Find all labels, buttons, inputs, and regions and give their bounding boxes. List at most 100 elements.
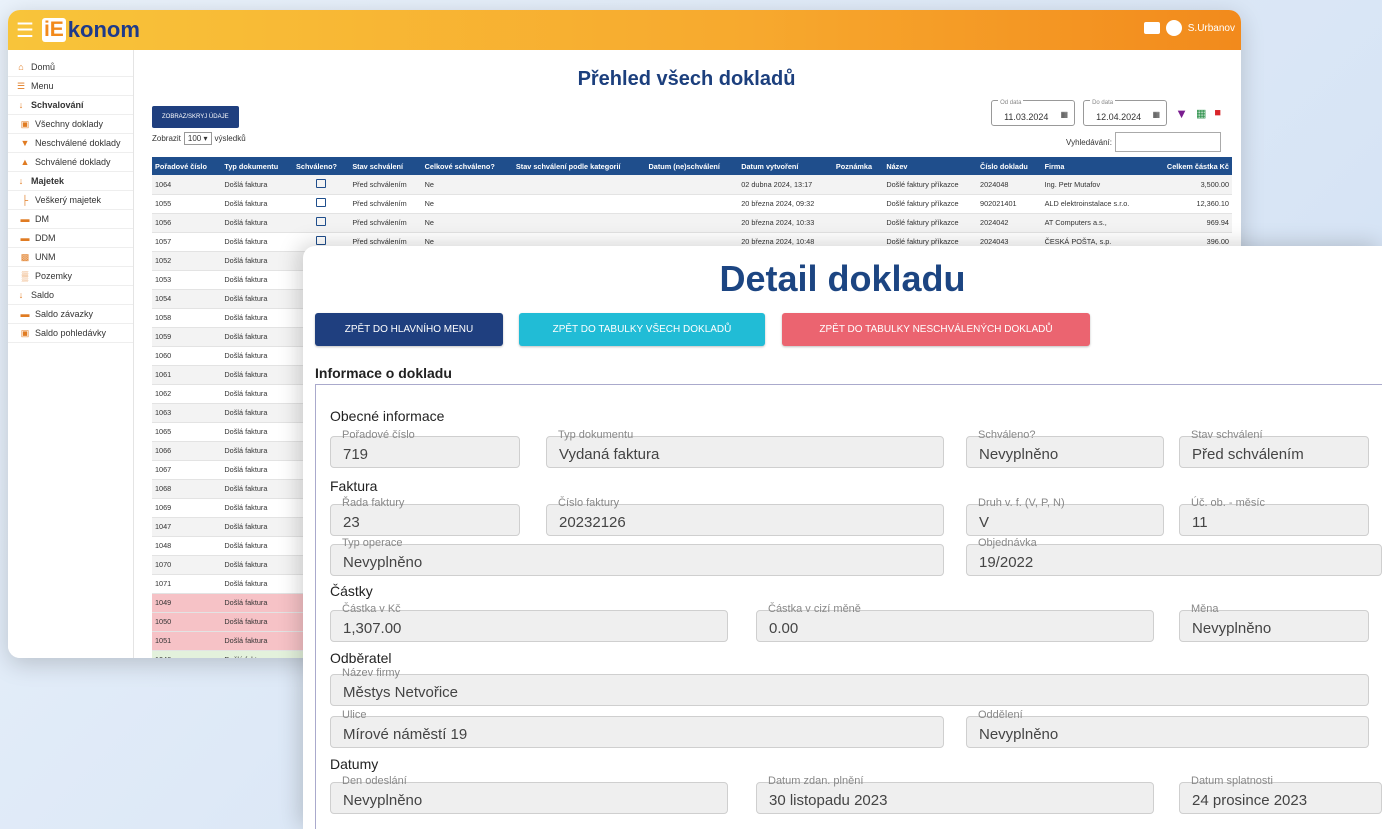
column-header[interactable]: Stav schválení: [349, 157, 422, 175]
cell-type: Došlá faktura: [221, 346, 294, 366]
field-approved[interactable]: Schváleno? Nevyplněno: [966, 430, 1164, 468]
sidebar-item[interactable]: ▩ UNM: [8, 248, 133, 267]
column-header[interactable]: Datum (ne)schválení: [645, 157, 739, 175]
field-label: Částka v Kč: [340, 603, 403, 615]
sidebar-item[interactable]: ▬ DDM: [8, 229, 133, 248]
column-header[interactable]: Typ dokumentu: [221, 157, 294, 175]
cell-id: 1065: [152, 422, 222, 442]
sidebar-item[interactable]: ▬ DM: [8, 210, 133, 229]
user-name[interactable]: S.Urbanov: [1188, 23, 1235, 34]
cell-type: Došlá faktura: [221, 479, 294, 499]
save-icon[interactable]: ▦: [1196, 107, 1206, 120]
approved-checkbox[interactable]: [316, 198, 327, 207]
cell-approved: [293, 194, 350, 214]
hamburger-icon[interactable]: ☰: [16, 18, 34, 43]
table-row[interactable]: 1055 Došlá faktura Před schválením Ne 20 bře…: [152, 194, 1232, 214]
table-row[interactable]: 1056 Došlá faktura Před schválením Ne 20 bře…: [152, 213, 1232, 233]
user-avatar-icon[interactable]: [1165, 20, 1182, 36]
back-unapproved-docs-button[interactable]: ZPĚT DO TABULKY NESCHVÁLENÝCH DOKLADŮ: [782, 313, 1090, 346]
sidebar-item[interactable]: ▲ Schválené doklady: [8, 153, 133, 172]
cell-note: [832, 213, 884, 233]
search-input[interactable]: [1115, 132, 1221, 152]
sidebar-item[interactable]: ↓ Schvalování: [8, 96, 133, 115]
sidebar-item[interactable]: ☰ Menu: [8, 77, 133, 96]
sidebar-item[interactable]: ↓ Saldo: [8, 286, 133, 305]
field-acc-month[interactable]: Úč. ob. - měsíc 11: [1179, 498, 1369, 536]
column-header[interactable]: Poznámka: [832, 157, 884, 175]
sidebar-item-label: Neschválené doklady: [35, 138, 121, 148]
car-icon: ▬: [20, 214, 30, 224]
column-header[interactable]: Schváleno?: [293, 157, 350, 175]
cell-approved: [293, 175, 350, 195]
back-all-docs-button[interactable]: ZPĚT DO TABULKY VŠECH DOKLADŮ: [519, 313, 765, 346]
column-header[interactable]: Stav schválení podle kategorií: [512, 157, 646, 175]
tree-icon: ├: [21, 195, 29, 205]
field-street[interactable]: Ulice Mírové náměstí 19: [330, 710, 944, 748]
sidebar-item-label: Schvalování: [31, 100, 84, 110]
field-firm-name[interactable]: Název firmy Městys Netvořice: [330, 668, 1369, 706]
sidebar-item-label: Všechny doklady: [35, 119, 104, 129]
field-doc-type[interactable]: Typ dokumentu Vydaná faktura: [546, 430, 944, 468]
logo[interactable]: iE konom: [41, 17, 140, 43]
sidebar-item[interactable]: ├ Veškerý majetek: [8, 191, 133, 210]
cell-id: 1053: [152, 270, 222, 290]
column-header[interactable]: Pořadové číslo: [152, 157, 222, 175]
table-row[interactable]: 1064 Došlá faktura Před schválením Ne 02 dub…: [152, 175, 1232, 195]
approved-checkbox[interactable]: [316, 178, 327, 188]
page-size-select[interactable]: 100 ▾: [183, 132, 212, 145]
cell-id: 1055: [152, 194, 222, 214]
section-invoice: Faktura: [330, 478, 378, 494]
field-amount-foreign[interactable]: Částka v cizí měně 0.00: [756, 604, 1154, 642]
column-header[interactable]: Firma: [1041, 157, 1151, 175]
field-invoice-kind[interactable]: Druh v. f. (V, P, N) V: [966, 498, 1164, 536]
approved-checkbox[interactable]: [316, 217, 327, 226]
field-invoice-no[interactable]: Číslo faktury 20232126: [546, 498, 944, 536]
field-approval-state[interactable]: Stav schválení Před schválením: [1179, 430, 1369, 468]
cell-id: 1068: [152, 479, 222, 499]
sidebar-item[interactable]: ▼ Neschválené doklady: [8, 134, 133, 153]
sidebar-item[interactable]: ⌂ Domů: [8, 58, 133, 77]
field-amount-czk[interactable]: Částka v Kč 1,307.00: [330, 604, 728, 642]
field-currency[interactable]: Měna Nevyplněno: [1179, 604, 1369, 642]
section-customer: Odběratel: [330, 650, 392, 666]
cell-type: Došlá faktura: [221, 536, 294, 556]
column-header[interactable]: Číslo dokladu: [977, 157, 1042, 175]
field-tax-date[interactable]: Datum zdan. plnění 30 listopadu 2023: [756, 776, 1154, 814]
field-value: 20232126: [559, 514, 626, 531]
field-value: Nevyplněno: [979, 446, 1059, 463]
cell-total: Ne: [421, 194, 513, 214]
approved-checkbox[interactable]: [316, 236, 327, 245]
sidebar-item[interactable]: ▣ Saldo pohledávky: [8, 324, 133, 343]
cell-id: 1048: [152, 536, 222, 556]
field-sent-date[interactable]: Den odeslání Nevyplněno: [330, 776, 728, 814]
mail-icon[interactable]: [1143, 22, 1160, 34]
field-operation-type[interactable]: Typ operace Nevyplněno: [330, 538, 944, 576]
field-order-no[interactable]: Pořadové číslo 719: [330, 430, 520, 468]
sidebar-item[interactable]: ▒ Pozemky: [8, 267, 133, 286]
filter-icon[interactable]: ▼: [1175, 106, 1188, 121]
column-header[interactable]: Celkem částka Kč: [1150, 157, 1232, 175]
sidebar-item[interactable]: ▬ Saldo závazky: [8, 305, 133, 324]
cell-id: 1067: [152, 460, 222, 480]
field-invoice-series[interactable]: Řada faktury 23: [330, 498, 520, 536]
toggle-data-button[interactable]: ZOBRAZ/SKRYJ ÚDAJE: [152, 106, 239, 128]
date-to-input[interactable]: Do data 12.04.2024 ▦: [1083, 100, 1168, 126]
column-header[interactable]: Název: [883, 157, 978, 175]
date-from-input[interactable]: Od data 11.03.2024 ▦: [991, 100, 1076, 126]
field-department[interactable]: Oddělení Nevyplněno: [966, 710, 1369, 748]
column-header[interactable]: Datum vytvoření: [738, 157, 833, 175]
field-due-date[interactable]: Datum splatnosti 24 prosince 2023: [1179, 776, 1382, 814]
sidebar-item[interactable]: ▣ Všechny doklady: [8, 115, 133, 134]
cell-type: Došlá faktura: [221, 232, 294, 252]
column-header[interactable]: Celkové schváleno?: [421, 157, 513, 175]
cell-type: Došlá faktura: [221, 650, 294, 658]
back-main-menu-button[interactable]: ZPĚT DO HLAVNÍHO MENU: [315, 313, 503, 346]
field-order[interactable]: Objednávka 19/2022: [966, 538, 1382, 576]
trash-icon[interactable]: ■: [1214, 107, 1221, 119]
calendar-icon[interactable]: ▦: [1061, 110, 1069, 119]
cell-type: Došlá faktura: [221, 574, 294, 594]
sidebar-item[interactable]: ↓ Majetek: [8, 172, 133, 191]
cell-type: Došlá faktura: [221, 270, 294, 290]
cell-amount: 969.94: [1150, 213, 1232, 233]
calendar-icon[interactable]: ▦: [1153, 110, 1161, 119]
